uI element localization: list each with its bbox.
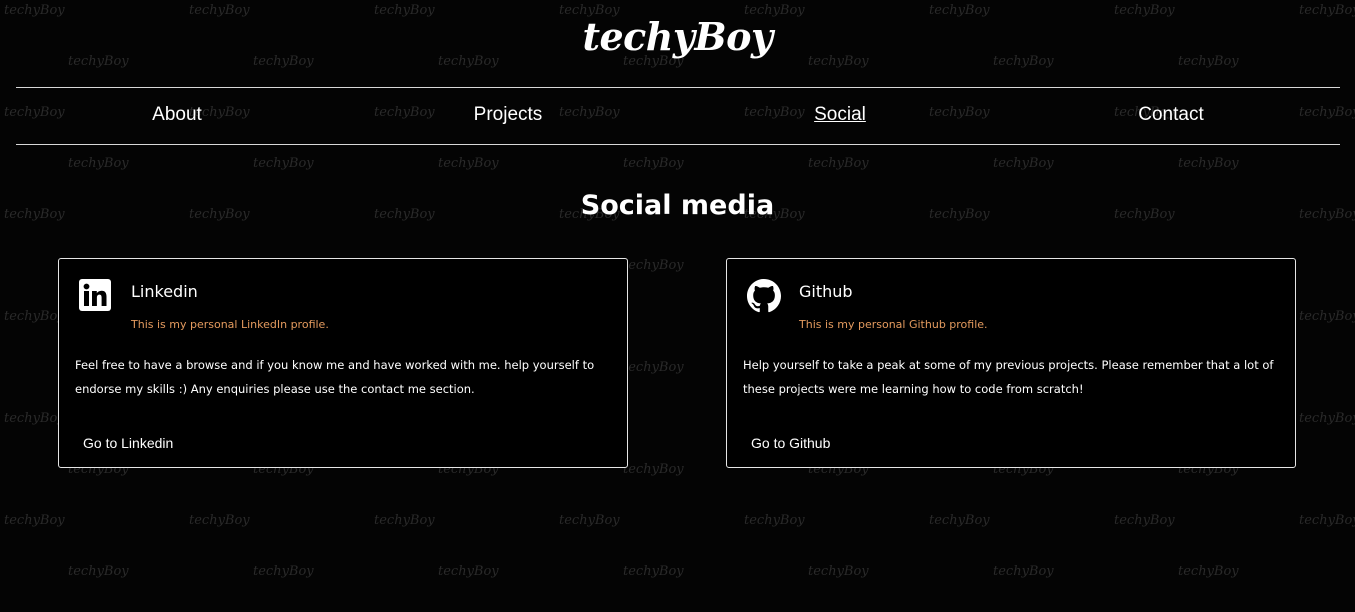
card-subtitle: This is my personal Github profile. bbox=[799, 318, 988, 331]
watermark-text: techyBoy bbox=[1299, 513, 1355, 528]
watermark-text: techyBoy bbox=[4, 513, 65, 528]
social-page: techyBoy techyBoy techyBoy techyBoy techyBoy… bbox=[0, 0, 1355, 612]
nav-item-about[interactable]: About bbox=[77, 104, 277, 126]
site-logo[interactable]: techyBoy bbox=[0, 14, 1355, 59]
go-to-github-link[interactable]: Go to Github bbox=[751, 435, 830, 451]
watermark-text: techyBoy bbox=[623, 462, 684, 477]
watermark-text: techyBoy bbox=[4, 411, 65, 426]
watermark-text: techyBoy bbox=[623, 360, 684, 375]
watermark-text: techyBoy bbox=[1114, 513, 1175, 528]
watermark-text: techyBoy bbox=[438, 156, 499, 171]
watermark-text: techyBoy bbox=[189, 513, 250, 528]
watermark-text: techyBoy bbox=[68, 564, 129, 579]
watermark-text: techyBoy bbox=[253, 564, 314, 579]
watermark-text: techyBoy bbox=[993, 564, 1054, 579]
watermark-text: techyBoy bbox=[929, 513, 990, 528]
watermark-text: techyBoy bbox=[1299, 309, 1355, 324]
watermark-text: techyBoy bbox=[808, 564, 869, 579]
card-title: Github bbox=[799, 282, 853, 301]
github-icon bbox=[747, 279, 781, 313]
watermark-text: techyBoy bbox=[559, 513, 620, 528]
section-title: Social media bbox=[580, 190, 775, 221]
watermark-text: techyBoy bbox=[1178, 156, 1239, 171]
nav-item-projects[interactable]: Projects bbox=[408, 104, 608, 126]
card-body: Feel free to have a browse and if you kn… bbox=[75, 358, 595, 396]
main-nav: About Projects Social Contact bbox=[16, 87, 1340, 145]
card-subtitle: This is my personal LinkedIn profile. bbox=[131, 318, 329, 331]
watermark-text: techyBoy bbox=[1178, 564, 1239, 579]
watermark-text: techyBoy bbox=[744, 513, 805, 528]
watermark-text: techyBoy bbox=[4, 309, 65, 324]
watermark-text: techyBoy bbox=[623, 564, 684, 579]
watermark-text: techyBoy bbox=[808, 156, 869, 171]
card-title: Linkedin bbox=[131, 282, 198, 301]
nav-item-contact[interactable]: Contact bbox=[1071, 104, 1271, 126]
watermark-text: techyBoy bbox=[1299, 411, 1355, 426]
watermark-text: techyBoy bbox=[623, 156, 684, 171]
linkedin-card: Linkedin This is my personal LinkedIn pr… bbox=[58, 258, 628, 468]
card-body: Help yourself to take a peak at some of … bbox=[743, 358, 1274, 396]
github-card: Github This is my personal Github profil… bbox=[726, 258, 1296, 468]
watermark-text: techyBoy bbox=[438, 564, 499, 579]
watermark-text: techyBoy bbox=[993, 156, 1054, 171]
go-to-linkedin-link[interactable]: Go to Linkedin bbox=[83, 435, 173, 451]
watermark-text: techyBoy bbox=[623, 258, 684, 273]
watermark-text: techyBoy bbox=[68, 156, 129, 171]
watermark-text: techyBoy bbox=[253, 156, 314, 171]
watermark-text: techyBoy bbox=[374, 513, 435, 528]
linkedin-icon bbox=[79, 279, 111, 311]
nav-item-social[interactable]: Social bbox=[740, 104, 940, 126]
